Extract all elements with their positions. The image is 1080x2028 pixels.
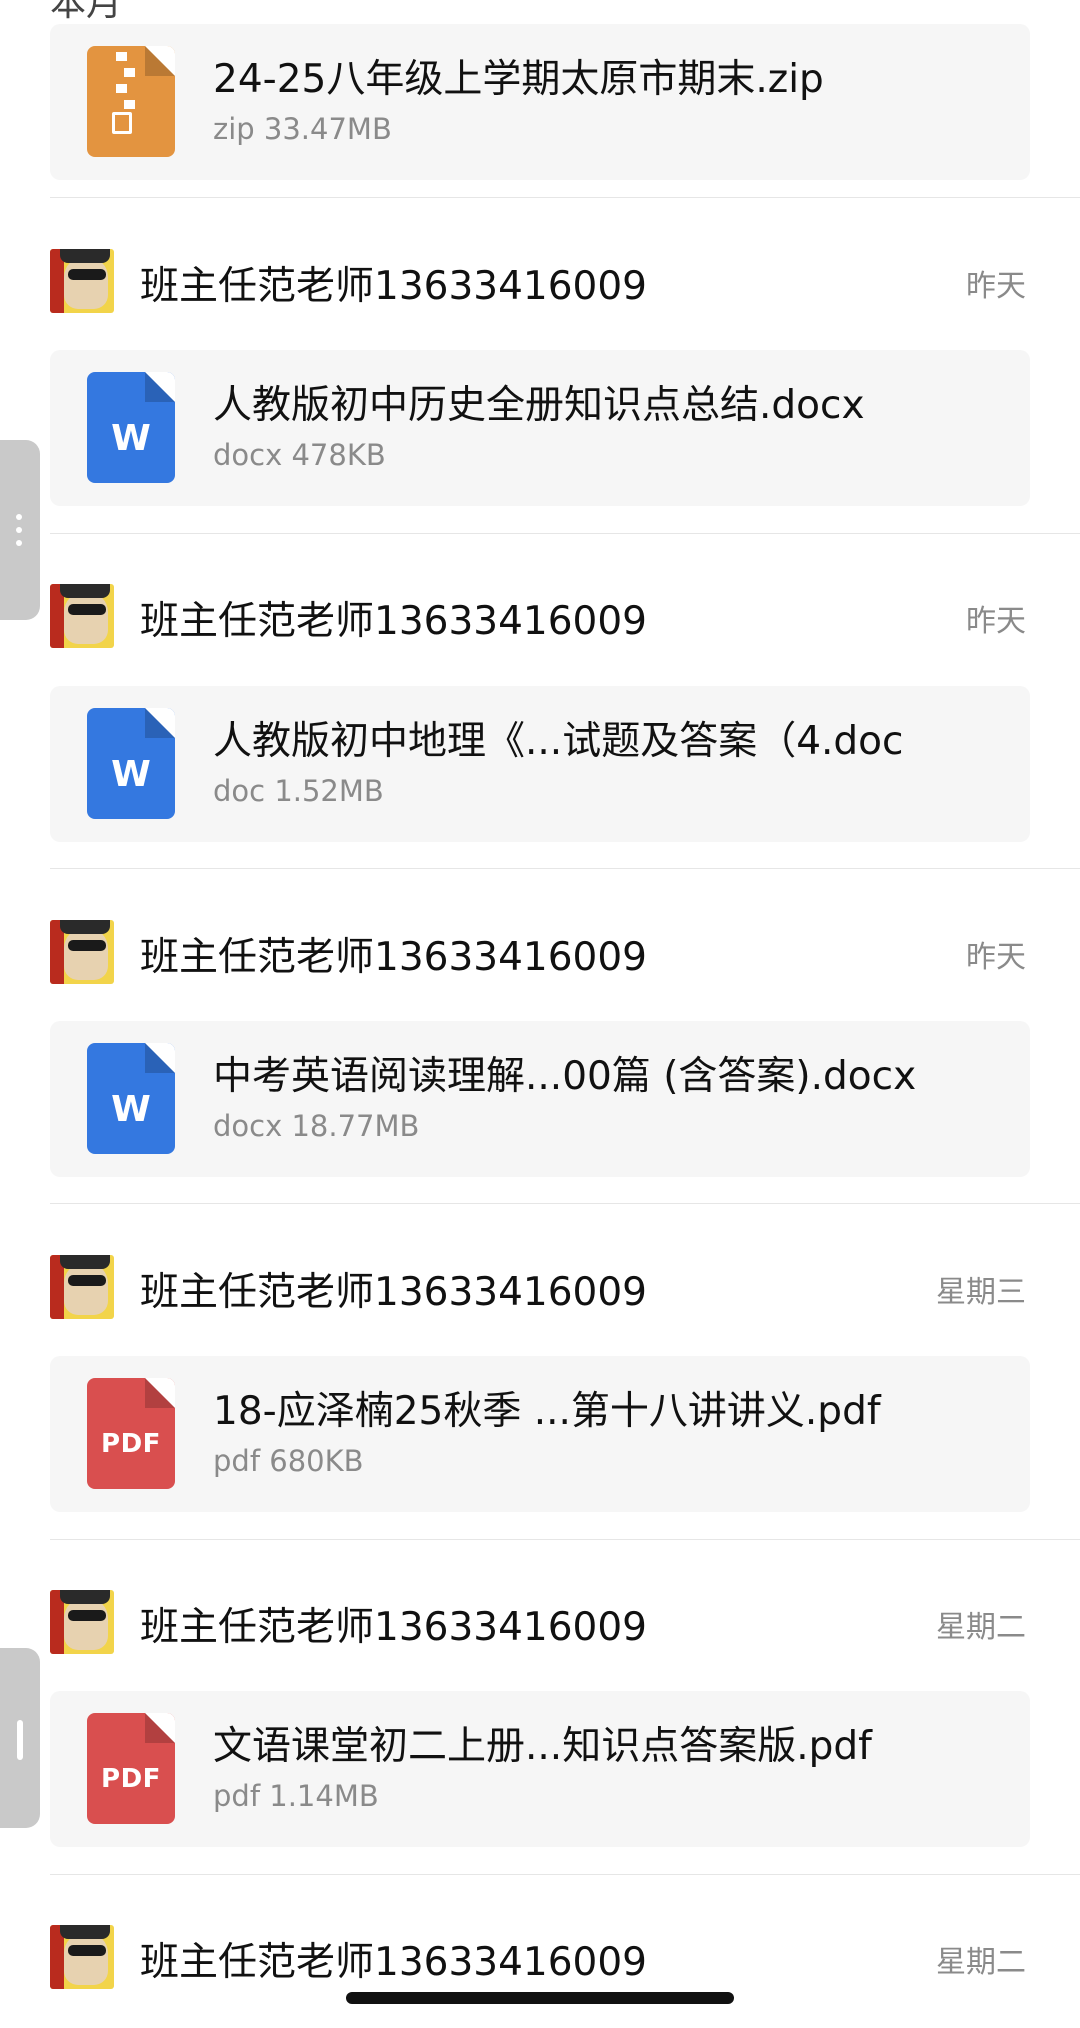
sender-row[interactable]: 班主任范老师13633416009 昨天 [50,584,1030,648]
file-meta: docx 18.77MB [213,1109,420,1143]
file-meta: pdf 1.14MB [213,1779,379,1813]
divider [50,1874,1080,1875]
file-name: 18-应泽楠25秋季 ...第十八讲讲义.pdf [213,1389,881,1434]
more-dots-icon [16,514,23,553]
header-fragment: 本月 [50,0,123,24]
sender-row[interactable]: 班主任范老师13633416009 星期三 [50,1255,1030,1319]
sender-row[interactable]: 班主任范老师13633416009 昨天 [50,920,1030,984]
sender-name: 班主任范老师13633416009 [140,1270,647,1315]
pdf-file-icon: PDF [87,1713,175,1824]
file-name: 人教版初中地理《...试题及答案（4.doc [213,719,904,764]
divider [50,868,1080,869]
file-meta: pdf 680KB [213,1444,364,1478]
sender-row[interactable]: 班主任范老师13633416009 星期二 [50,1925,1030,1989]
pdf-file-icon: PDF [87,1378,175,1489]
file-card[interactable]: 24-25八年级上学期太原市期末.zip zip 33.47MB [50,24,1030,180]
avatar[interactable] [50,249,114,313]
file-meta: docx 478KB [213,438,386,472]
avatar[interactable] [50,1255,114,1319]
message-time: 昨天 [966,269,1026,304]
file-name: 文语课堂初二上册...知识点答案版.pdf [213,1724,872,1769]
side-menu-handle[interactable] [0,440,40,620]
avatar[interactable] [50,1590,114,1654]
word-file-icon: W [87,708,175,819]
file-name: 中考英语阅读理解...00篇 (含答案).docx [213,1054,917,1099]
word-file-icon: W [87,1043,175,1154]
home-indicator[interactable] [346,1992,734,2004]
divider [50,533,1080,534]
file-card[interactable]: W 中考英语阅读理解...00篇 (含答案).docx docx 18.77MB [50,1021,1030,1177]
message-time: 星期二 [936,1610,1026,1645]
side-drag-handle[interactable] [0,1648,40,1828]
sender-name: 班主任范老师13633416009 [140,1940,647,1985]
header-clipped: 本月 [0,0,1080,26]
word-file-icon: W [87,372,175,483]
avatar[interactable] [50,1925,114,1989]
avatar[interactable] [50,920,114,984]
divider [50,1539,1080,1540]
message-time: 昨天 [966,940,1026,975]
file-card[interactable]: PDF 18-应泽楠25秋季 ...第十八讲讲义.pdf pdf 680KB [50,1356,1030,1512]
message-time: 星期三 [936,1275,1026,1310]
file-card[interactable]: PDF 文语课堂初二上册...知识点答案版.pdf pdf 1.14MB [50,1691,1030,1847]
file-meta: doc 1.52MB [213,774,384,808]
sender-name: 班主任范老师13633416009 [140,599,647,644]
file-name: 人教版初中历史全册知识点总结.docx [213,383,865,428]
divider [50,1203,1080,1204]
zip-file-icon [87,46,175,157]
file-meta: zip 33.47MB [213,112,392,146]
divider [50,197,1080,198]
sender-name: 班主任范老师13633416009 [140,1605,647,1650]
sender-name: 班主任范老师13633416009 [140,264,647,309]
file-card[interactable]: W 人教版初中地理《...试题及答案（4.doc doc 1.52MB [50,686,1030,842]
message-time: 昨天 [966,604,1026,639]
drag-bar-icon [17,1720,23,1760]
file-name: 24-25八年级上学期太原市期末.zip [213,57,824,102]
sender-row[interactable]: 班主任范老师13633416009 星期二 [50,1590,1030,1654]
sender-name: 班主任范老师13633416009 [140,935,647,980]
file-card[interactable]: W 人教版初中历史全册知识点总结.docx docx 478KB [50,350,1030,506]
sender-row[interactable]: 班主任范老师13633416009 昨天 [50,249,1030,313]
message-time: 星期二 [936,1945,1026,1980]
avatar[interactable] [50,584,114,648]
